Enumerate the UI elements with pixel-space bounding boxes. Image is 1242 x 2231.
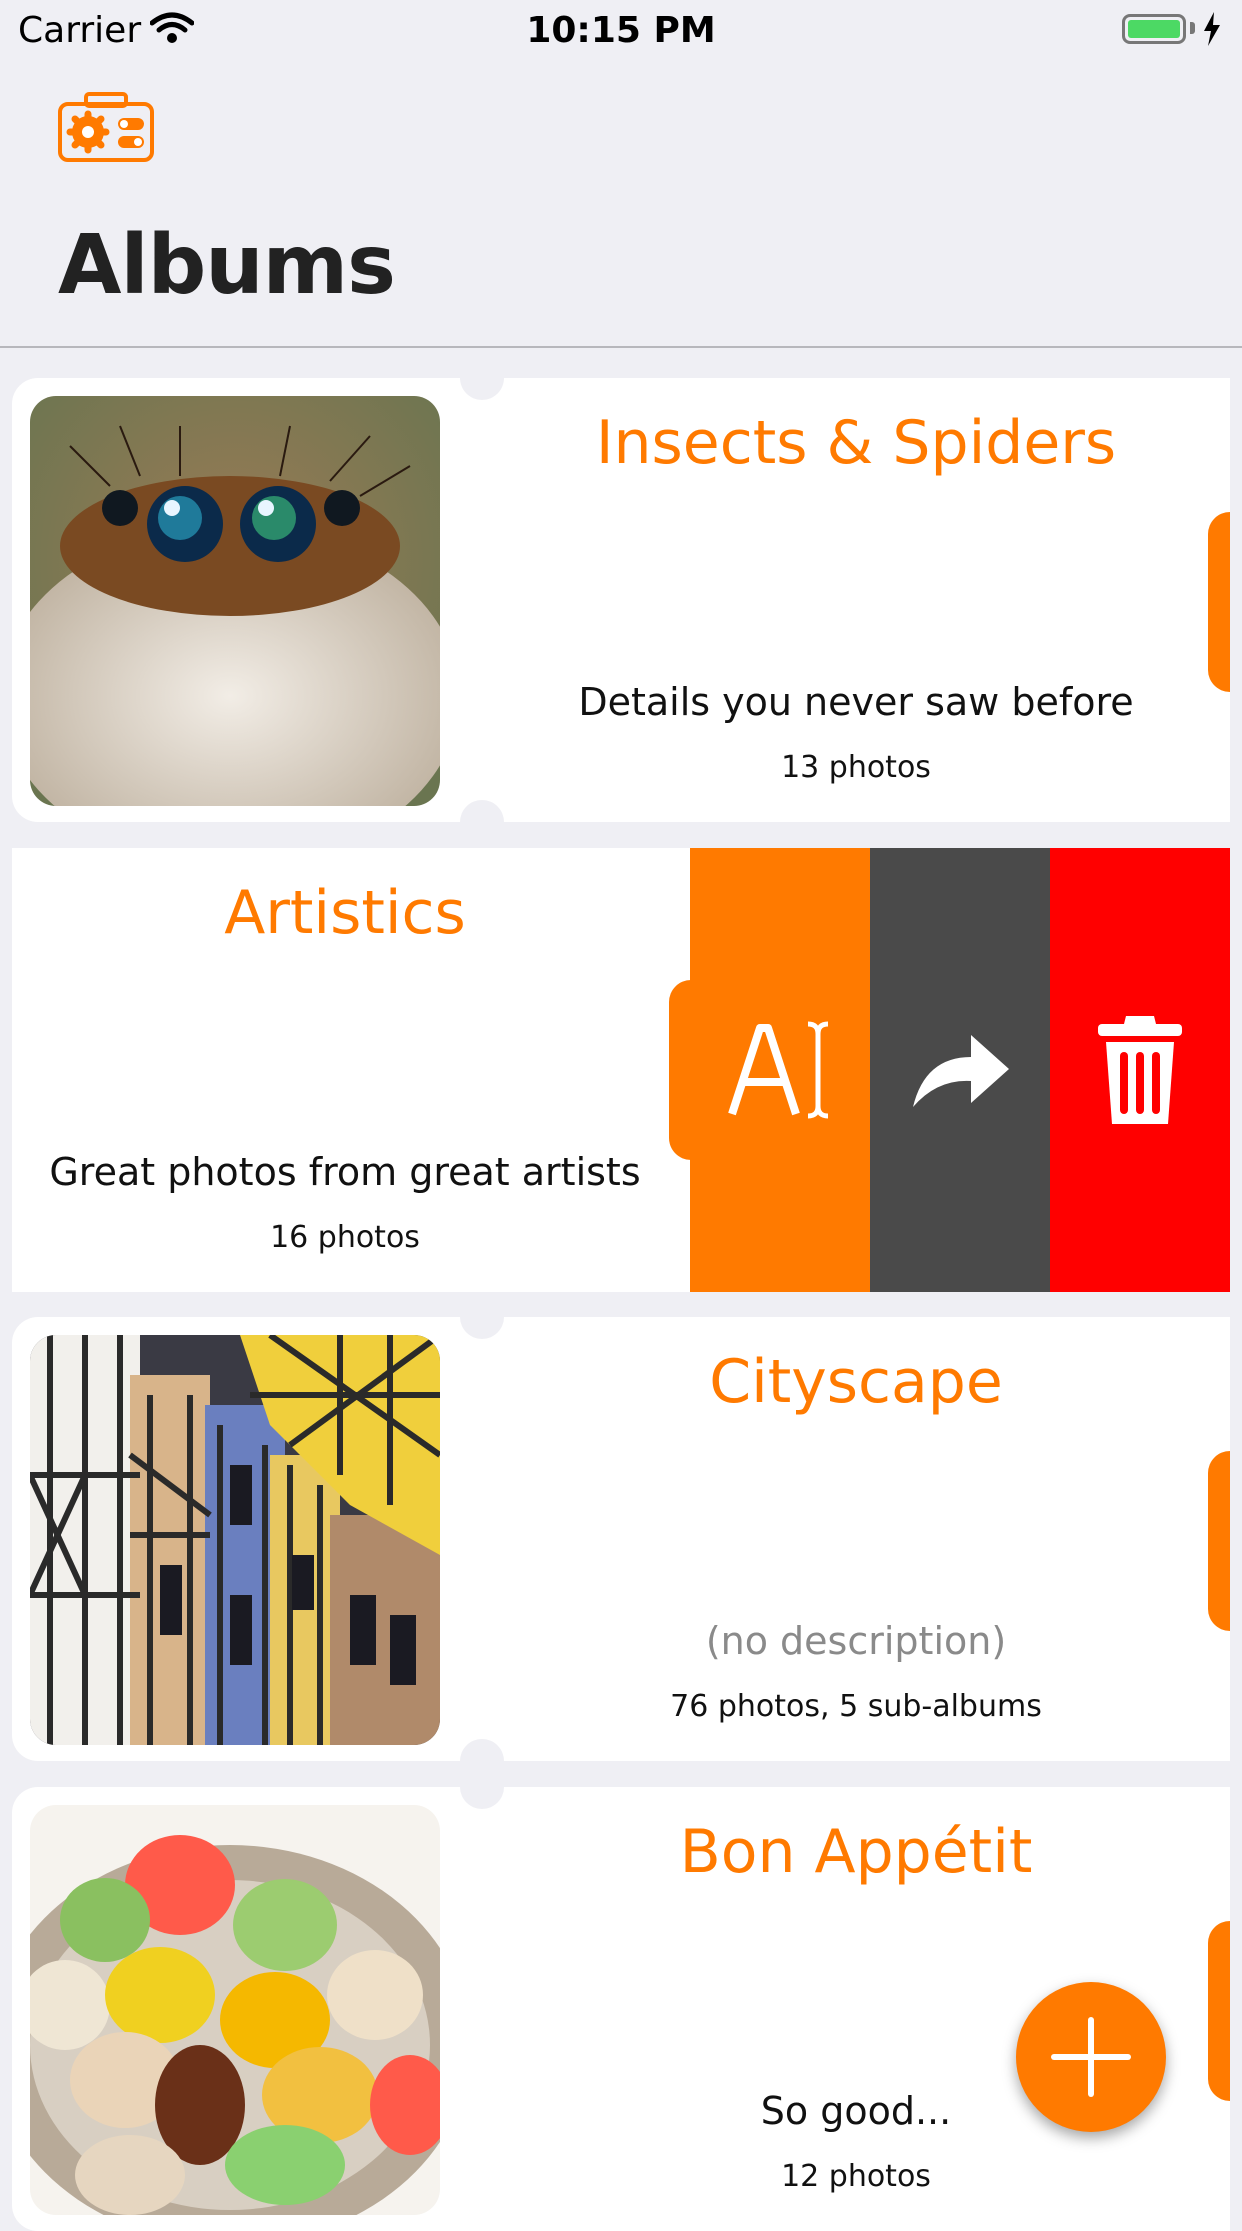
album-description: Details you never saw before (578, 680, 1134, 724)
delete-album-button[interactable] (1050, 848, 1230, 1292)
album-photo-count: 16 photos (270, 1220, 420, 1255)
status-bar: Carrier 10:15 PM (0, 0, 1242, 60)
charging-bolt-icon (1204, 12, 1220, 46)
album-photo-count: 13 photos (781, 750, 931, 785)
album-description: Great photos from great artists (49, 1150, 641, 1194)
battery-nub (1190, 22, 1195, 34)
album-title: Cityscape (709, 1347, 1003, 1417)
plus-icon (1051, 2017, 1131, 2097)
album-info: Artistics Great photos from great artist… (12, 848, 678, 1292)
rename-album-button[interactable] (690, 848, 870, 1292)
page-title: Albums (58, 218, 396, 313)
album-thumbnail[interactable] (30, 1335, 440, 1745)
album-description: (no description) (705, 1619, 1007, 1663)
rename-icon (728, 1021, 829, 1119)
album-card-artistics[interactable]: Artistics Great photos from great artist… (12, 848, 1230, 1292)
album-title: Bon Appétit (679, 1817, 1033, 1887)
album-card-cityscape[interactable]: Cityscape (no description) 76 photos, 5 … (12, 1317, 1230, 1761)
album-title: Artistics (224, 878, 466, 948)
add-album-button[interactable] (1016, 1982, 1166, 2132)
trash-icon (1098, 1016, 1182, 1124)
album-photo-count: 12 photos (781, 2159, 931, 2194)
settings-camera-icon (58, 92, 154, 162)
album-thumbnail[interactable] (30, 396, 440, 806)
album-photo-count: 76 photos, 5 sub-albums (670, 1689, 1042, 1724)
status-time: 10:15 PM (526, 10, 716, 51)
nav-divider (0, 346, 1242, 348)
album-thumbnail[interactable] (30, 1805, 440, 2215)
move-album-button[interactable] (870, 848, 1050, 1292)
swipe-handle[interactable] (1208, 1921, 1230, 2101)
album-info: Insects & Spiders Details you never saw … (482, 378, 1230, 822)
album-title: Insects & Spiders (595, 408, 1117, 478)
swipe-handle[interactable] (1208, 1451, 1230, 1631)
battery-icon (1122, 14, 1186, 44)
album-info: Cityscape (no description) 76 photos, 5 … (482, 1317, 1230, 1761)
swipe-handle[interactable] (1208, 512, 1230, 692)
move-icon (913, 1035, 1009, 1107)
settings-button[interactable] (58, 92, 154, 166)
album-card-insects[interactable]: Insects & Spiders Details you never saw … (12, 378, 1230, 822)
